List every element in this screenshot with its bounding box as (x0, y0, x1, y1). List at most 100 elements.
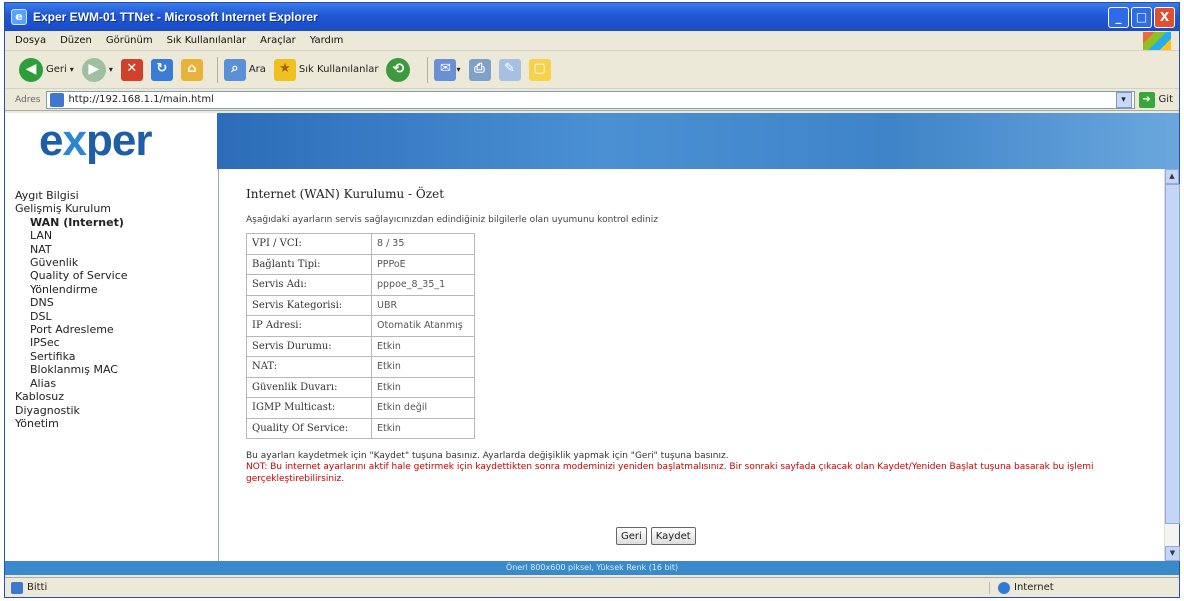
window-title: Exper EWM-01 TTNet - Microsoft Internet … (33, 10, 318, 24)
page-title: Internet (WAN) Kurulumu - Özet (246, 187, 445, 201)
history-icon[interactable]: ⟲ (386, 57, 411, 82)
table-row: IP Adresi: Otomatik Atanmış (246, 315, 475, 337)
wan-summary-table: VPI / VCI: 8 / 35 Bağlantı Tipi: PPPoE Ser… (246, 233, 475, 439)
summary-key: Servis Durumu: (246, 335, 372, 357)
main-panel: Internet (WAN) Kurulumu - Özet Aşağıdaki… (220, 169, 1164, 561)
summary-value: pppoe_8_35_1 (371, 274, 475, 296)
sidebar-item-nat[interactable]: NAT (15, 243, 218, 256)
summary-value: Etkin (371, 417, 475, 439)
back-label: Geri (46, 64, 67, 75)
summary-value: PPPoE (371, 253, 475, 275)
page-description: Aşağıdaki ayarların servis sağlayıcınızd… (246, 215, 658, 225)
menu-tools[interactable]: Araçlar (260, 35, 296, 46)
go-button[interactable]: Git (1159, 94, 1173, 105)
status-bar: Bitti Internet (5, 577, 1179, 597)
refresh-icon[interactable]: ↻ (150, 58, 173, 81)
sidebar-item-blocked-mac[interactable]: Bloklanmış MAC (15, 363, 218, 376)
title-bar[interactable]: e Exper EWM-01 TTNet - Microsoft Interne… (5, 3, 1179, 31)
sidebar-item-certificate[interactable]: Sertifika (15, 350, 218, 363)
summary-value: Etkin değil (371, 397, 475, 419)
back-dropdown-icon[interactable]: ▾ (70, 65, 74, 74)
minimize-button[interactable]: _ (1108, 6, 1129, 28)
vertical-scrollbar[interactable]: ▲ ▼ (1164, 169, 1180, 561)
print-icon[interactable]: ⎙ (468, 58, 491, 81)
menu-file[interactable]: Dosya (15, 35, 46, 46)
browser-window: e Exper EWM-01 TTNet - Microsoft Interne… (4, 2, 1180, 598)
favorites-star-icon: ★ (273, 58, 296, 81)
save-form-button[interactable]: Kaydet (650, 527, 696, 545)
sidebar-item-management[interactable]: Yönetim (15, 417, 218, 430)
menu-view[interactable]: Görünüm (106, 35, 153, 46)
menu-bar: Dosya Düzen Görünüm Sık Kullanılanlar Ar… (5, 31, 1179, 51)
sidebar-item-dsl[interactable]: DSL (15, 310, 218, 323)
banner-decoration (217, 113, 1179, 169)
summary-key: Güvenlik Duvarı: (246, 376, 372, 398)
sidebar-item-dns[interactable]: DNS (15, 296, 218, 309)
address-label: Adres (15, 94, 41, 105)
page-done-icon (11, 581, 23, 594)
address-dropdown-icon[interactable]: ▾ (1115, 91, 1132, 108)
sidebar-item-ipsec[interactable]: IPSec (15, 336, 218, 349)
maximize-button[interactable]: □ (1131, 6, 1152, 28)
table-row: Servis Durumu: Etkin (246, 335, 475, 357)
sidebar-item-wan[interactable]: WAN (Internet) (15, 216, 218, 229)
exper-logo: e x per (5, 113, 217, 169)
sidebar-item-advanced-setup[interactable]: Gelişmiş Kurulum (15, 202, 218, 215)
sidebar-item-wireless[interactable]: Kablosuz (15, 390, 218, 403)
address-field[interactable]: http://192.168.1.1/main.html ▾ (46, 90, 1135, 109)
search-button[interactable]: ⌕ Ara (223, 58, 266, 81)
summary-key: IP Adresi: (246, 315, 372, 337)
go-arrow-icon[interactable]: ➔ (1138, 91, 1155, 108)
table-row: Bağlantı Tipi: PPPoE (246, 253, 475, 275)
logo-text-x: x (62, 116, 87, 165)
sidebar-item-routing[interactable]: Yönlendirme (15, 283, 218, 296)
sidebar-item-security[interactable]: Güvenlik (15, 256, 218, 269)
restart-warning: NOT: Bu internet ayarlarını aktif hale g… (246, 462, 1094, 484)
table-row: NAT: Etkin (246, 356, 475, 378)
table-row: VPI / VCI: 8 / 35 (246, 233, 475, 255)
globe-icon (998, 581, 1010, 594)
edit-icon[interactable]: ✎ (498, 58, 521, 81)
sidebar-item-qos[interactable]: Quality of Service (15, 269, 218, 282)
page-icon (50, 92, 65, 107)
messenger-icon[interactable]: ▢ (528, 58, 551, 81)
stop-icon[interactable]: ✕ (120, 58, 143, 81)
logo-text-per: per (85, 116, 152, 165)
save-instructions: Bu ayarları kaydetmek için "Kaydet" tuşu… (246, 451, 729, 461)
summary-key: Servis Adı: (246, 274, 372, 296)
forward-dropdown-icon[interactable]: ▾ (109, 65, 113, 74)
forward-button[interactable]: ▶ ▾ (81, 57, 113, 82)
menu-favorites[interactable]: Sık Kullanılanlar (167, 35, 247, 46)
search-label: Ara (248, 64, 266, 75)
search-icon: ⌕ (223, 58, 246, 81)
close-button[interactable]: X (1154, 6, 1175, 28)
sidebar-item-diagnostics[interactable]: Diyagnostik (15, 404, 218, 417)
sidebar-nav: Aygıt Bilgisi Gelişmiş Kurulum WAN (Inte… (5, 169, 219, 561)
table-row: Quality Of Service: Etkin (246, 417, 475, 439)
address-bar: Adres http://192.168.1.1/main.html ▾ ➔ G… (5, 89, 1179, 111)
menu-help[interactable]: Yardım (310, 35, 344, 46)
windows-logo-icon (1143, 32, 1171, 50)
menu-edit[interactable]: Düzen (60, 35, 92, 46)
security-zone: Internet (989, 581, 1119, 594)
favorites-label: Sık Kullanılanlar (298, 64, 379, 75)
summary-key: VPI / VCI: (246, 233, 372, 255)
sidebar-item-device-info[interactable]: Aygıt Bilgisi (15, 189, 218, 202)
scrollbar-thumb[interactable] (1165, 184, 1180, 524)
table-row: IGMP Multicast: Etkin değil (246, 397, 475, 419)
summary-value: Etkin (371, 376, 475, 398)
sidebar-item-lan[interactable]: LAN (15, 229, 218, 242)
home-icon[interactable]: ⌂ (180, 58, 203, 81)
scroll-up-icon[interactable]: ▲ (1165, 169, 1179, 184)
summary-value: UBR (371, 294, 475, 316)
scroll-down-icon[interactable]: ▼ (1165, 546, 1180, 561)
back-form-button[interactable]: Geri (616, 527, 647, 545)
zone-label: Internet (1014, 582, 1054, 593)
sidebar-item-alias[interactable]: Alias (15, 377, 218, 390)
page-footer: Önerl 800x600 piksel, Yüksek Renk (16 bi… (5, 561, 1179, 575)
sidebar-item-port-forwarding[interactable]: Port Adresleme (15, 323, 218, 336)
back-button[interactable]: ◀ Geri ▾ (19, 57, 74, 82)
favorites-button[interactable]: ★ Sık Kullanılanlar (273, 58, 379, 81)
summary-key: NAT: (246, 356, 372, 378)
mail-icon[interactable]: ✉ (434, 58, 457, 81)
